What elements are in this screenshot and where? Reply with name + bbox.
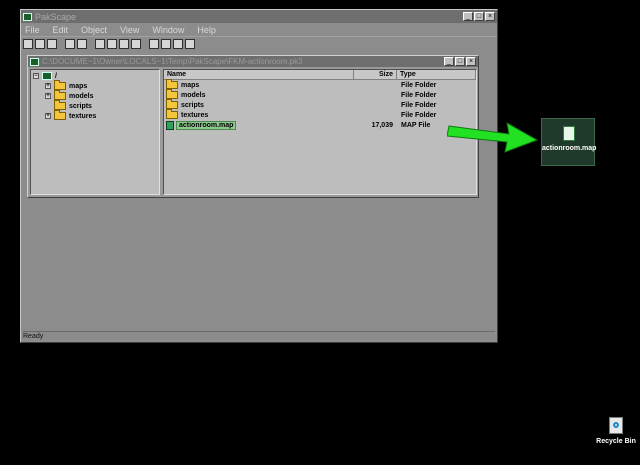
menu-window[interactable]: Window (152, 25, 184, 35)
list-item[interactable]: textures File Folder (164, 109, 476, 120)
document-title-bar[interactable]: C:\DOCUME~1\Owner\LOCALS~1\Temp\PakScape… (28, 56, 478, 67)
folder-icon (166, 109, 178, 119)
document-maximize-button[interactable]: □ (455, 57, 465, 66)
folder-icon (54, 90, 66, 100)
menu-file[interactable]: File (25, 25, 40, 35)
desktop-file-label: actionroom.map (542, 145, 597, 152)
tree-label: textures (69, 112, 97, 120)
file-size: 17,039 (371, 121, 393, 129)
folder-icon (166, 99, 178, 109)
file-name: maps (181, 81, 200, 89)
column-size[interactable]: Size (354, 70, 397, 79)
save-icon[interactable] (47, 39, 57, 49)
tree-item-textures[interactable]: + textures (45, 110, 97, 121)
menu-bar: File Edit Object View Window Help (21, 23, 497, 36)
file-type: File Folder (401, 91, 437, 99)
tree-item-models[interactable]: + models (45, 90, 94, 101)
menu-edit[interactable]: Edit (53, 25, 69, 35)
toolbar (21, 36, 497, 51)
document-icon (30, 57, 39, 66)
properties-icon[interactable] (65, 39, 75, 49)
list-item[interactable]: models File Folder (164, 89, 476, 100)
pakscape-app-icon (23, 12, 32, 21)
collapse-icon[interactable]: − (33, 73, 39, 79)
tree-label: models (69, 92, 94, 100)
file-name: textures (181, 111, 209, 119)
file-name: models (181, 91, 206, 99)
map-file-icon (563, 126, 575, 141)
tree-label: / (55, 72, 57, 80)
tree-label: maps (69, 82, 88, 90)
recycle-bin[interactable]: Recycle Bin (593, 417, 639, 445)
expand-icon[interactable]: + (45, 83, 51, 89)
details-view-icon[interactable] (185, 39, 195, 49)
file-name: actionroom.map (175, 120, 237, 130)
tree-label: scripts (69, 102, 92, 110)
document-close-button[interactable]: × (466, 57, 476, 66)
file-type: File Folder (401, 111, 437, 119)
desktop-file-actionroom[interactable]: actionroom.map (541, 118, 597, 166)
document-minimize-button[interactable]: _ (444, 57, 454, 66)
file-list: Name Size Type maps File Folder models F… (163, 69, 477, 195)
menu-help[interactable]: Help (197, 25, 216, 35)
list-item-selected[interactable]: actionroom.map 17,039 MAP File (164, 120, 476, 130)
map-file-icon (166, 120, 174, 130)
column-name[interactable]: Name (164, 70, 354, 79)
folder-icon (54, 100, 66, 110)
folder-icon (54, 110, 66, 120)
pak-root-icon (42, 72, 52, 80)
recycle-bin-icon (609, 417, 623, 434)
new-icon[interactable] (23, 39, 33, 49)
folder-tree: − / + maps + models scripts + textures (30, 69, 160, 195)
cut-icon[interactable] (95, 39, 105, 49)
expand-icon[interactable]: + (45, 93, 51, 99)
close-button[interactable]: × (485, 12, 495, 21)
copy-icon[interactable] (107, 39, 117, 49)
folder-icon (166, 79, 178, 89)
large-icons-view-icon[interactable] (149, 39, 159, 49)
column-type[interactable]: Type (397, 70, 476, 79)
document-title: C:\DOCUME~1\Owner\LOCALS~1\Temp\PakScape… (42, 57, 303, 66)
status-bar: Ready (23, 331, 495, 341)
small-icons-view-icon[interactable] (161, 39, 171, 49)
minimize-button[interactable]: _ (463, 12, 473, 21)
green-arrow-icon (447, 122, 539, 153)
pak-document-window: C:\DOCUME~1\Owner\LOCALS~1\Temp\PakScape… (27, 55, 479, 198)
file-type: MAP File (401, 121, 431, 129)
file-type: File Folder (401, 101, 437, 109)
list-item[interactable]: maps File Folder (164, 79, 476, 90)
list-item[interactable]: scripts File Folder (164, 99, 476, 110)
menu-view[interactable]: View (120, 25, 139, 35)
tree-item-maps[interactable]: + maps (45, 80, 88, 91)
folder-icon (166, 89, 178, 99)
file-name: scripts (181, 101, 204, 109)
expand-icon[interactable]: + (45, 113, 51, 119)
recycle-bin-label: Recycle Bin (596, 438, 636, 445)
menu-object[interactable]: Object (81, 25, 107, 35)
delete-icon[interactable] (131, 39, 141, 49)
folder-icon (54, 80, 66, 90)
title-bar[interactable]: PakScape _ □ × (21, 10, 497, 23)
window-title: PakScape (35, 11, 77, 22)
list-header: Name Size Type (164, 70, 476, 80)
list-view-icon[interactable] (173, 39, 183, 49)
paste-icon[interactable] (119, 39, 129, 49)
open-icon[interactable] (35, 39, 45, 49)
new-folder-icon[interactable] (77, 39, 87, 49)
file-type: File Folder (401, 81, 437, 89)
maximize-button[interactable]: □ (474, 12, 484, 21)
